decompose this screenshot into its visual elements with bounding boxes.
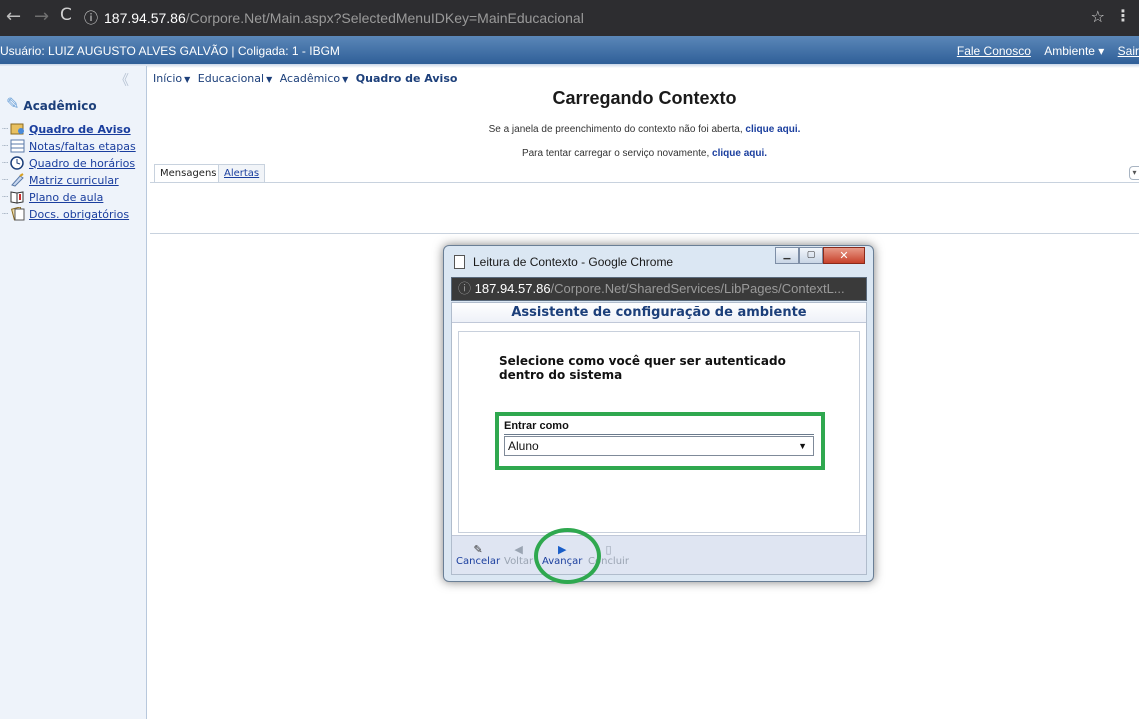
context-message-2: Para tentar carregar o serviço novamente… xyxy=(150,148,1139,159)
site-info-icon[interactable]: ⓘ xyxy=(84,10,98,26)
sidebar-item-label[interactable]: Matriz curricular xyxy=(29,174,119,187)
user-links: Fale Conosco Ambiente ▾ Sair xyxy=(957,44,1139,58)
header-divider xyxy=(0,64,1139,68)
tab-scroll-icon[interactable]: ▾ xyxy=(1129,166,1139,180)
bookmark-star-icon[interactable]: ☆ xyxy=(1091,7,1105,26)
sidebar-item-label[interactable]: Quadro de horários xyxy=(29,157,135,170)
collapse-sidebar-icon[interactable]: 《 xyxy=(115,70,129,90)
url-path: /Corpore.Net/Main.aspx?SelectedMenuIDKey… xyxy=(185,10,584,26)
academic-pencil-icon: ✎ xyxy=(6,94,20,113)
popup-address-bar[interactable]: ⓘ 187.94.57.86/Corpore.Net/SharedService… xyxy=(451,277,867,301)
field-divider xyxy=(504,434,814,435)
url-path: /Corpore.Net/SharedServices/LibPages/Con… xyxy=(550,281,845,296)
tree-line: ┈ xyxy=(2,157,9,169)
url-host: 187.94.57.86 xyxy=(104,10,186,26)
tab-divider xyxy=(150,182,1139,183)
cancel-label: Cancelar xyxy=(456,556,501,567)
breadcrumb-home[interactable]: Início xyxy=(153,72,182,85)
user-bar: Usuário: LUIZ AUGUSTO ALVES GALVÃO | Col… xyxy=(0,36,1139,64)
tree-line: ┈ xyxy=(2,208,9,220)
context-popup-window: Leitura de Contexto - Google Chrome ▁ ▢ … xyxy=(443,245,874,582)
auth-prompt: Selecione como você quer ser autenticado… xyxy=(499,354,786,382)
user-info: Usuário: LUIZ AUGUSTO ALVES GALVÃO | Col… xyxy=(0,44,340,58)
documents-icon xyxy=(10,207,25,221)
sidebar-item-notas-faltas[interactable]: ┈ Notas/faltas etapas xyxy=(2,138,136,154)
sidebar-item-label[interactable]: Notas/faltas etapas xyxy=(29,140,136,153)
login-as-label: Entrar como xyxy=(504,420,569,432)
context-message-text: Para tentar carregar o serviço novamente… xyxy=(521,148,710,159)
tree-line: ┈ xyxy=(2,123,9,135)
grades-table-icon xyxy=(10,139,25,153)
clock-icon xyxy=(10,156,24,170)
browser-toolbar: ← → C ⓘ 187.94.57.86/Corpore.Net/Main.asp… xyxy=(0,0,1139,36)
sidebar-item-quadro-de-horarios[interactable]: ┈ Quadro de horários xyxy=(2,155,135,171)
tree-line: ┈ xyxy=(2,140,9,152)
sidebar-item-label[interactable]: Plano de aula xyxy=(29,191,103,204)
breadcrumb-current: Quadro de Aviso xyxy=(355,72,458,85)
wizard-toolbar: ✎ Cancelar ◀ Voltar ▶ Avançar ▯ Concluir xyxy=(452,535,866,574)
tab-alertas[interactable]: Alertas xyxy=(218,164,266,182)
dropdown-caret-icon[interactable]: ▼ xyxy=(342,75,348,84)
next-button-highlight xyxy=(534,528,601,584)
cancel-button[interactable]: ✎ Cancelar xyxy=(456,543,501,568)
wizard-content: Selecione como você quer ser autenticado… xyxy=(458,331,860,533)
tab-mensagens[interactable]: Mensagens xyxy=(154,164,223,182)
sidebar: 《 ✎ Acadêmico ┈ Quadro de Aviso ┈ Notas/… xyxy=(0,66,147,719)
login-as-highlight: Entrar como Aluno ▼ xyxy=(495,412,825,470)
breadcrumb-academico[interactable]: Acadêmico xyxy=(280,72,340,85)
tree-line: ┈ xyxy=(2,174,9,186)
minimize-button[interactable]: ▁ xyxy=(775,247,799,264)
close-button[interactable]: ✕ xyxy=(823,247,865,264)
back-button[interactable]: ◀ Voltar xyxy=(504,543,534,568)
dropdown-caret-icon[interactable]: ▼ xyxy=(266,75,272,84)
contact-link[interactable]: Fale Conosco xyxy=(957,44,1031,58)
back-label: Voltar xyxy=(504,556,534,567)
popup-title: Leitura de Contexto - Google Chrome xyxy=(473,255,674,269)
page-title: Carregando Contexto xyxy=(552,88,737,108)
maximize-button[interactable]: ▢ xyxy=(799,247,823,264)
browser-menu-icon[interactable]: ⋮ xyxy=(1115,6,1131,25)
message-tabs: Mensagens Alertas ▾ xyxy=(150,164,1139,234)
url-host: 187.94.57.86 xyxy=(474,281,551,296)
back-icon: ◀ xyxy=(514,543,523,556)
window-controls: ▁ ▢ ✕ xyxy=(775,247,865,264)
popup-title-bar: Leitura de Contexto - Google Chrome xyxy=(454,255,673,269)
exit-link[interactable]: Sair xyxy=(1118,44,1139,58)
notice-board-icon xyxy=(10,123,24,135)
context-message-1: Se a janela de preenchimento do contexto… xyxy=(150,124,1139,135)
sidebar-item-label[interactable]: Quadro de Aviso xyxy=(29,123,131,136)
address-bar[interactable]: ⓘ 187.94.57.86/Corpore.Net/Main.aspx?Sele… xyxy=(84,7,584,29)
login-as-select[interactable]: Aluno ▼ xyxy=(504,436,814,456)
breadcrumb: Início ▼ Educacional ▼ Acadêmico ▼ Quadro d… xyxy=(153,72,457,85)
reload-icon[interactable]: C xyxy=(60,5,72,25)
sidebar-item-docs-obrigatorios[interactable]: ┈ Docs. obrigatórios xyxy=(2,206,129,222)
cancel-icon: ✎ xyxy=(473,543,483,556)
lesson-plan-icon xyxy=(10,191,24,204)
sidebar-heading: ✎ Acadêmico xyxy=(6,94,97,113)
context-message-text: Se a janela de preenchimento do contexto… xyxy=(488,124,743,135)
curriculum-icon xyxy=(11,173,24,187)
open-context-link[interactable]: clique aqui. xyxy=(745,124,800,135)
environment-menu[interactable]: Ambiente ▾ xyxy=(1044,44,1104,58)
sidebar-item-quadro-de-aviso[interactable]: ┈ Quadro de Aviso xyxy=(2,121,131,137)
dropdown-caret-icon[interactable]: ▼ xyxy=(184,75,190,84)
forward-arrow-icon[interactable]: → xyxy=(34,6,49,27)
sidebar-item-label[interactable]: Docs. obrigatórios xyxy=(29,208,129,221)
login-as-value: Aluno xyxy=(508,439,539,453)
sidebar-item-matriz-curricular[interactable]: ┈ Matriz curricular xyxy=(2,172,119,188)
sidebar-item-plano-de-aula[interactable]: ┈ Plano de aula xyxy=(2,189,103,205)
tree-line: ┈ xyxy=(2,191,9,203)
site-info-icon[interactable]: ⓘ xyxy=(458,281,471,296)
breadcrumb-educacional[interactable]: Educacional xyxy=(198,72,264,85)
back-arrow-icon[interactable]: ← xyxy=(6,6,21,27)
sidebar-heading-label: Acadêmico xyxy=(23,99,97,113)
wizard-title: Assistente de configuração de ambiente xyxy=(452,303,866,323)
retry-service-link[interactable]: clique aqui. xyxy=(712,148,767,159)
wizard-panel: Assistente de configuração de ambiente S… xyxy=(451,302,867,575)
page-icon xyxy=(454,255,465,269)
dropdown-arrow-icon[interactable]: ▼ xyxy=(798,437,807,455)
